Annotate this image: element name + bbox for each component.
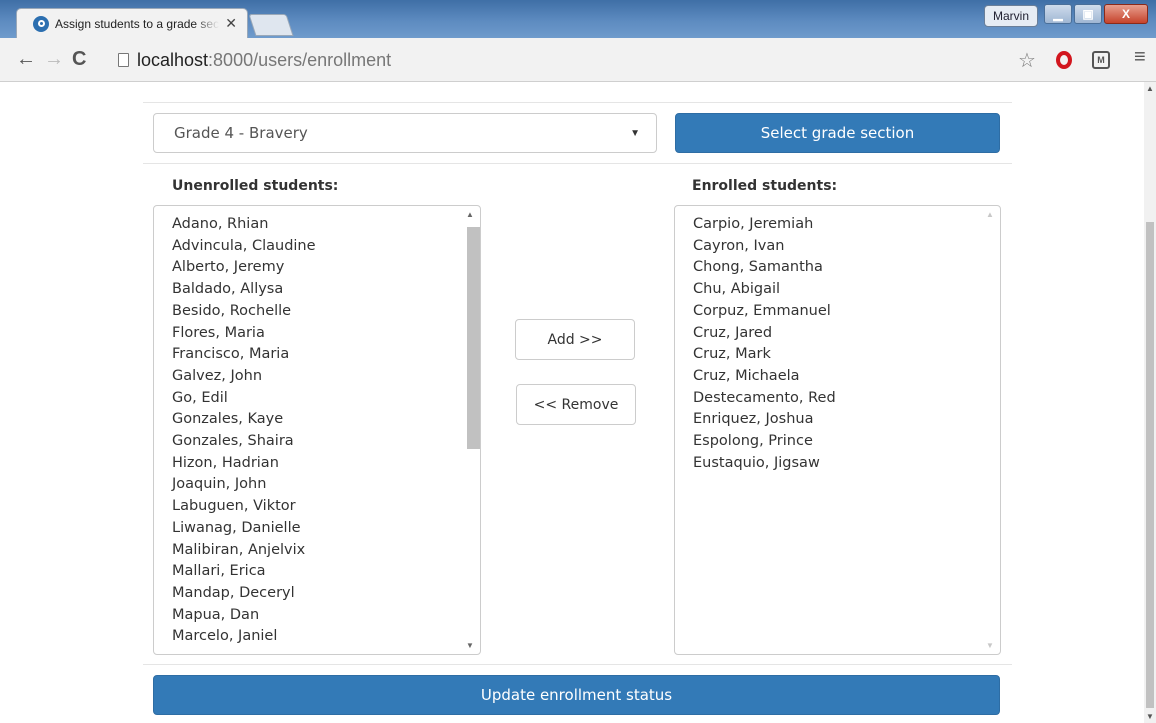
list-item[interactable]: Chong, Samantha — [693, 257, 1000, 279]
tab-title: Assign students to a grade section — [55, 16, 220, 31]
list-item[interactable]: Marcelo, Janiel — [172, 626, 480, 648]
remove-button[interactable]: << Remove — [516, 384, 636, 425]
scroll-up-arrow-icon[interactable]: ▲ — [461, 210, 479, 219]
list-item[interactable]: Joaquin, John — [172, 474, 480, 496]
list-item[interactable]: Malibiran, Anjelvix — [172, 540, 480, 562]
unenrolled-list-scrollbar[interactable]: ▲ ▼ — [461, 207, 480, 653]
scroll-down-arrow-icon[interactable]: ▼ — [981, 641, 999, 650]
list-item[interactable]: Mandap, Deceryl — [172, 583, 480, 605]
enrolled-students-items: Carpio, Jeremiah Cayron, Ivan Chong, Saman… — [675, 206, 1000, 474]
list-item[interactable]: Eustaquio, Jigsaw — [693, 453, 1000, 475]
tab-close-icon[interactable]: ✕ — [225, 15, 237, 32]
list-item[interactable]: Cruz, Mark — [693, 344, 1000, 366]
list-item[interactable]: Espolong, Prince — [693, 431, 1000, 453]
scroll-down-arrow-icon[interactable]: ▼ — [461, 641, 479, 650]
list-item[interactable]: Corpuz, Emmanuel — [693, 301, 1000, 323]
chevron-down-icon: ▼ — [630, 127, 640, 139]
scroll-down-arrow-icon[interactable]: ▼ — [1144, 712, 1156, 721]
list-item[interactable]: Enriquez, Joshua — [693, 409, 1000, 431]
scrollbar-thumb[interactable] — [467, 227, 480, 449]
reload-icon[interactable]: C — [72, 46, 86, 72]
list-item[interactable]: Cruz, Jared — [693, 323, 1000, 345]
back-arrow-icon[interactable]: ← — [16, 46, 36, 72]
page-viewport: Grade 4 - Bravery ▼ Select grade section… — [0, 82, 1156, 723]
list-item[interactable]: Gonzales, Shaira — [172, 431, 480, 453]
bookmark-star-icon[interactable]: ☆ — [1018, 48, 1036, 73]
list-item[interactable]: Mallari, Erica — [172, 561, 480, 583]
add-button[interactable]: Add >> — [515, 319, 635, 360]
list-item[interactable]: Cruz, Michaela — [693, 366, 1000, 388]
window-controls: Marvin ▁ ▣ X — [983, 4, 1148, 27]
enrolled-students-label: Enrolled students: — [692, 178, 838, 194]
list-item[interactable]: Go, Edil — [172, 388, 480, 410]
page-scrollbar[interactable]: ▲ ▼ — [1144, 82, 1156, 723]
divider — [143, 102, 1012, 103]
list-item[interactable]: Francisco, Maria — [172, 344, 480, 366]
list-item[interactable]: Alberto, Jeremy — [172, 257, 480, 279]
update-enrollment-status-button[interactable]: Update enrollment status — [153, 675, 1000, 715]
list-item[interactable]: Cayron, Ivan — [693, 236, 1000, 258]
unenrolled-students-list[interactable]: Adano, Rhian Advincula, Claudine Alberto, … — [153, 205, 481, 655]
list-item[interactable]: Advincula, Claudine — [172, 236, 480, 258]
list-item[interactable]: Chu, Abigail — [693, 279, 1000, 301]
url-host: localhost — [137, 49, 209, 70]
enrolled-students-list[interactable]: Carpio, Jeremiah Cayron, Ivan Chong, Saman… — [674, 205, 1001, 655]
site-favicon-icon — [33, 15, 49, 32]
list-item[interactable]: Labuguen, Viktor — [172, 496, 480, 518]
select-grade-section-button[interactable]: Select grade section — [675, 113, 1000, 153]
list-item[interactable]: Liwanag, Danielle — [172, 518, 480, 540]
browser-tab[interactable]: Assign students to a grade section ✕ — [16, 8, 248, 38]
list-item[interactable]: Besido, Rochelle — [172, 301, 480, 323]
menu-icon[interactable]: ≡ — [1134, 46, 1146, 69]
scroll-up-arrow-icon[interactable]: ▲ — [1144, 84, 1156, 93]
close-window-button[interactable]: X — [1104, 4, 1148, 24]
list-item[interactable]: Mapua, Dan — [172, 605, 480, 627]
extension-icon[interactable]: M — [1092, 51, 1110, 69]
divider — [143, 664, 1012, 665]
address-bar[interactable]: localhost:8000/users/enrollment — [112, 45, 1050, 75]
list-item[interactable]: Adano, Rhian — [172, 214, 480, 236]
url-path: :8000/users/enrollment — [208, 49, 392, 70]
page-scrollbar-thumb[interactable] — [1146, 222, 1154, 708]
opera-icon[interactable] — [1056, 51, 1072, 69]
minimize-button[interactable]: ▁ — [1044, 4, 1072, 24]
profile-user-badge[interactable]: Marvin — [983, 5, 1038, 27]
unenrolled-students-label: Unenrolled students: — [172, 178, 339, 194]
list-item[interactable]: Baldado, Allysa — [172, 279, 480, 301]
scroll-up-arrow-icon[interactable]: ▲ — [981, 210, 999, 219]
browser-toolbar: ← → C localhost:8000/users/enrollment ☆ … — [0, 38, 1156, 82]
browser-titlebar: Assign students to a grade section ✕ Mar… — [0, 0, 1156, 38]
list-item[interactable]: Carpio, Jeremiah — [693, 214, 1000, 236]
unenrolled-students-items: Adano, Rhian Advincula, Claudine Alberto, … — [154, 206, 480, 648]
grade-section-select-value: Grade 4 - Bravery — [174, 124, 308, 142]
new-tab-button[interactable] — [248, 14, 294, 36]
forward-arrow-icon[interactable]: → — [44, 46, 64, 72]
divider — [143, 163, 1012, 164]
list-item[interactable]: Galvez, John — [172, 366, 480, 388]
grade-section-select[interactable]: Grade 4 - Bravery ▼ — [153, 113, 657, 153]
list-item[interactable]: Flores, Maria — [172, 323, 480, 345]
maximize-button[interactable]: ▣ — [1074, 4, 1102, 24]
page-icon — [118, 53, 129, 67]
list-item[interactable]: Hizon, Hadrian — [172, 453, 480, 475]
list-item[interactable]: Gonzales, Kaye — [172, 409, 480, 431]
enrolled-list-scrollbar[interactable]: ▲ ▼ — [981, 207, 999, 653]
list-item[interactable]: Destecamento, Red — [693, 388, 1000, 410]
